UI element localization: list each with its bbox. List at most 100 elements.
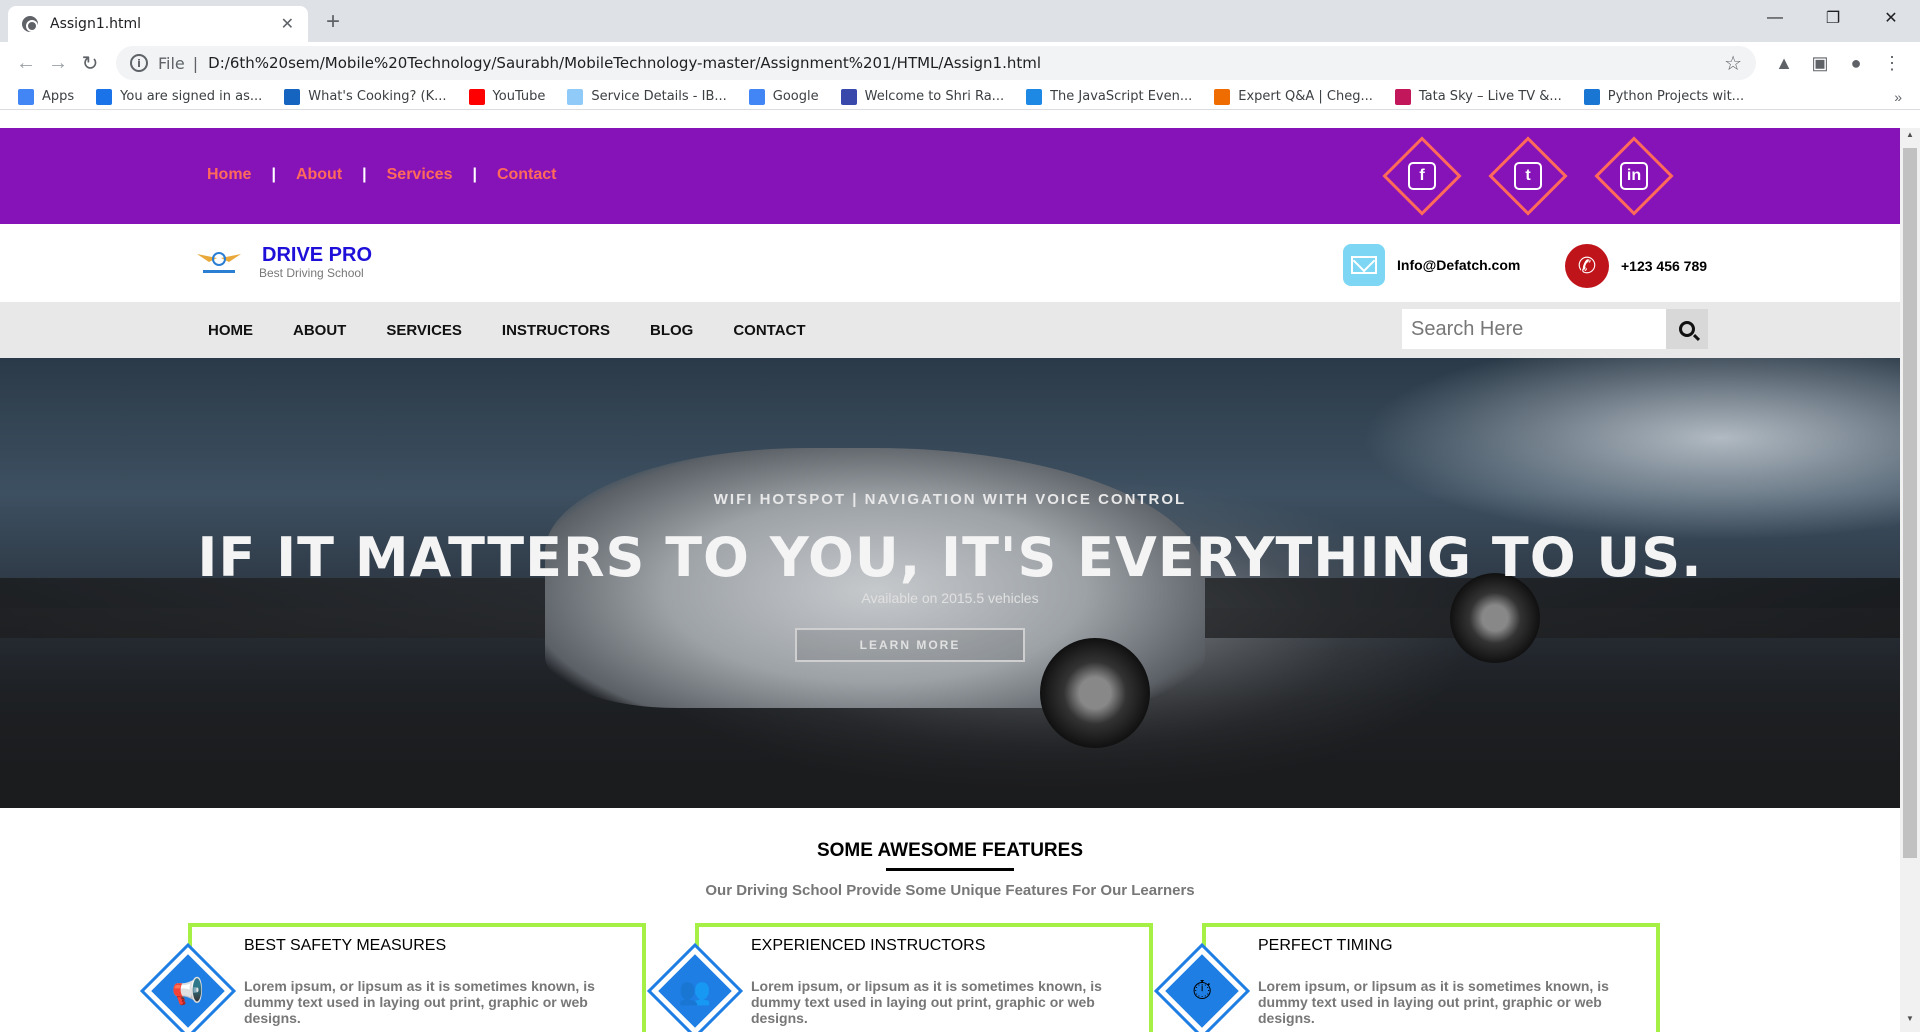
reload-button[interactable]: ↻ xyxy=(74,51,106,76)
bookmarks-overflow-icon[interactable]: » xyxy=(1894,89,1902,105)
menu-icon[interactable]: ⋮ xyxy=(1874,45,1910,81)
hero-subtitle: WIFI HOTSPOT | NAVIGATION WITH VOICE CON… xyxy=(713,491,1187,508)
bookmark-label: YouTube xyxy=(492,89,546,104)
tab-close-icon[interactable]: ✕ xyxy=(281,14,294,34)
window-controls: — ❐ ✕ xyxy=(1746,0,1920,36)
bookmark-label: You are signed in as... xyxy=(120,89,263,104)
bookmark-label: Service Details - IB... xyxy=(591,89,727,104)
nav-separator: | xyxy=(271,166,276,183)
new-tab-button[interactable]: + xyxy=(326,8,340,36)
s-icon xyxy=(96,88,113,105)
search-input[interactable] xyxy=(1402,309,1666,349)
bookmark-label: Welcome to Shri Ra... xyxy=(864,89,1005,104)
learn-more-button[interactable]: LEARN MORE xyxy=(795,628,1025,662)
feature-text: Lorem ipsum, or lipsum as it is sometime… xyxy=(244,978,595,1026)
close-window-button[interactable]: ✕ xyxy=(1862,0,1920,36)
twitter-link[interactable]: t xyxy=(1488,136,1568,216)
page-viewport: Home | About | Services | Contact f t in… xyxy=(0,128,1900,1032)
bookmark-label: Expert Q&A | Cheg... xyxy=(1238,89,1373,104)
bookmark-label: What's Cooking? (K... xyxy=(308,89,447,104)
url-scheme: File xyxy=(158,53,185,73)
nav-services[interactable]: SERVICES xyxy=(386,322,462,339)
nav-contact[interactable]: CONTACT xyxy=(733,322,805,339)
browser-toolbar: ← → ↻ i File | D:/6th%20sem/Mobile%20Tec… xyxy=(0,42,1920,84)
megaphone-icon: 📢 xyxy=(139,942,237,1032)
nav-blog[interactable]: BLOG xyxy=(650,322,693,339)
features-subtitle: Our Driving School Provide Some Unique F… xyxy=(705,882,1195,899)
feature-title: PERFECT TIMING xyxy=(1258,937,1393,954)
email-contact[interactable]: Info@Defatch.com xyxy=(1343,244,1520,286)
top-nav-contact[interactable]: Contact xyxy=(497,166,557,184)
search-button[interactable] xyxy=(1666,309,1708,349)
info-icon[interactable]: i xyxy=(130,54,148,72)
features-underline xyxy=(886,868,1014,871)
search-box xyxy=(1402,309,1708,349)
hero-title: IF IT MATTERS TO YOU, IT'S EVERYTHING TO… xyxy=(197,526,1703,589)
bookmark-item[interactable]: YouTube xyxy=(468,88,546,105)
forward-button[interactable]: → xyxy=(42,52,74,75)
company-logo-icon[interactable] xyxy=(195,244,243,280)
linkedin-link[interactable]: in xyxy=(1594,136,1674,216)
bookmark-label: Google xyxy=(772,89,819,104)
hero-banner: WIFI HOTSPOT | NAVIGATION WITH VOICE CON… xyxy=(0,358,1900,808)
nav-instructors[interactable]: INSTRUCTORS xyxy=(502,322,610,339)
minimize-button[interactable]: — xyxy=(1746,0,1804,36)
features-section: SOME AWESOME FEATURES Our Driving School… xyxy=(0,808,1900,1032)
browser-tab[interactable]: Assign1.html ✕ xyxy=(8,6,308,42)
address-bar[interactable]: i File | D:/6th%20sem/Mobile%20Technolog… xyxy=(116,46,1756,80)
bookmark-item[interactable]: Google xyxy=(748,88,819,105)
scroll-up-icon[interactable]: ▲ xyxy=(1900,130,1920,146)
bookmark-label: Python Projects wit... xyxy=(1607,89,1745,104)
bookmark-item[interactable]: The JavaScript Even... xyxy=(1026,88,1192,105)
top-strip: Home | About | Services | Contact f t in xyxy=(0,128,1900,224)
nav-about[interactable]: ABOUT xyxy=(293,322,346,339)
apps-grid-icon xyxy=(18,88,34,105)
car-wheel xyxy=(1040,638,1150,748)
brand-name[interactable]: DRIVE PRO xyxy=(262,244,372,267)
linkedin-icon: in xyxy=(1620,162,1648,190)
bookmark-item[interactable]: Expert Q&A | Cheg... xyxy=(1214,88,1373,105)
bookmark-label: Apps xyxy=(42,89,75,104)
top-nav-home[interactable]: Home xyxy=(207,166,251,184)
nav-home[interactable]: HOME xyxy=(208,322,253,339)
back-button[interactable]: ← xyxy=(10,52,42,75)
tab-title: Assign1.html xyxy=(50,16,142,32)
top-nav-about[interactable]: About xyxy=(296,166,342,184)
bookmark-star-icon[interactable]: ☆ xyxy=(1724,51,1742,75)
snowflake-icon xyxy=(840,88,857,105)
bookmark-label: Tata Sky – Live TV &... xyxy=(1418,89,1562,104)
tatasky-icon xyxy=(1394,88,1411,105)
bookmark-item[interactable]: What's Cooking? (K... xyxy=(284,88,447,105)
search-icon xyxy=(1679,321,1695,337)
page-scrollbar[interactable]: ▲ ▼ xyxy=(1900,128,1920,1032)
brand-bar: DRIVE PRO Best Driving School Info@Defat… xyxy=(0,224,1900,302)
bookmark-item[interactable]: Python Projects wit... xyxy=(1583,88,1745,105)
top-nav-services[interactable]: Services xyxy=(387,166,453,184)
google-icon xyxy=(748,88,765,105)
social-links: f t in xyxy=(1382,136,1674,216)
bookmark-item[interactable]: You are signed in as... xyxy=(96,88,263,105)
facebook-icon: f xyxy=(1408,162,1436,190)
feature-title: EXPERIENCED INSTRUCTORS xyxy=(751,937,986,954)
bookmarks-bar: Apps You are signed in as... What's Cookin… xyxy=(0,84,1920,110)
bookmark-item[interactable]: Welcome to Shri Ra... xyxy=(840,88,1005,105)
facebook-link[interactable]: f xyxy=(1382,136,1462,216)
phone-contact[interactable]: ✆ +123 456 789 xyxy=(1565,244,1707,288)
brand-tagline: Best Driving School xyxy=(259,266,364,280)
drive-extension-icon[interactable]: ▲ xyxy=(1766,45,1802,81)
email-text: Info@Defatch.com xyxy=(1397,257,1521,273)
scroll-down-icon[interactable]: ▼ xyxy=(1900,1014,1920,1030)
bookmark-item[interactable]: Tata Sky – Live TV &... xyxy=(1394,88,1562,105)
python-icon xyxy=(1583,88,1600,105)
scrollbar-thumb[interactable] xyxy=(1903,148,1917,858)
bookmark-item[interactable]: Service Details - IB... xyxy=(567,88,727,105)
phone-text: +123 456 789 xyxy=(1621,258,1708,274)
feature-card: 📢 BEST SAFETY MEASURES Lorem ipsum, or l… xyxy=(139,923,646,1032)
extension-icon[interactable]: ▣ xyxy=(1802,45,1838,81)
bookmark-item[interactable]: Apps xyxy=(18,88,75,105)
restore-button[interactable]: ❐ xyxy=(1804,0,1862,36)
url-text[interactable]: D:/6th%20sem/Mobile%20Technology/Saurabh… xyxy=(208,54,1724,72)
phone-icon: ✆ xyxy=(1565,244,1609,288)
profile-icon[interactable]: ● xyxy=(1838,45,1874,81)
clock-icon: ⏱ xyxy=(1153,942,1251,1032)
